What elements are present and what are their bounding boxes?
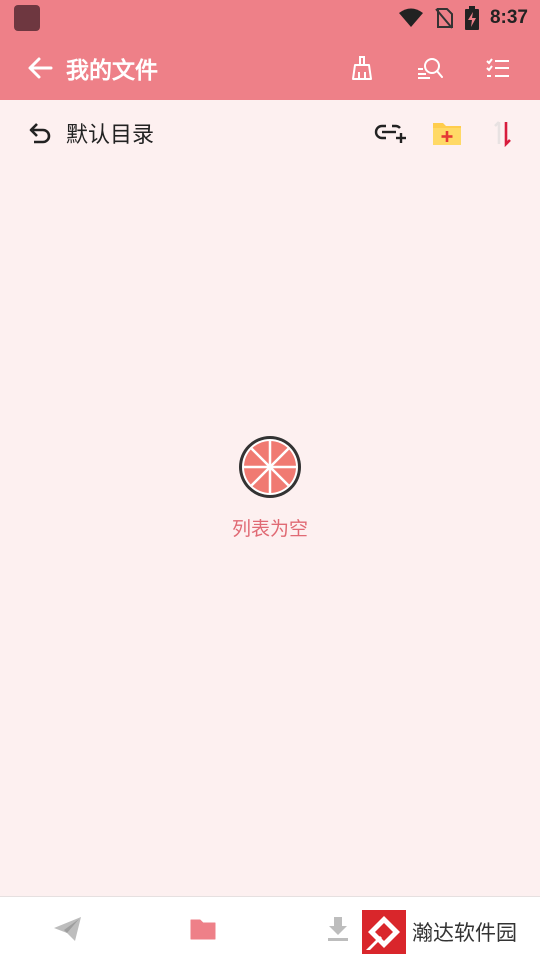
nav-send[interactable] xyxy=(0,897,135,960)
app-toolbar: 我的文件 xyxy=(0,36,540,100)
new-folder-icon xyxy=(433,123,461,145)
empty-state: 列表为空 xyxy=(0,434,540,541)
undo-icon xyxy=(29,123,51,144)
parent-dir-button[interactable] xyxy=(20,113,60,153)
watermark-logo xyxy=(362,910,406,954)
status-bar: 8:37 xyxy=(0,0,540,36)
path-bar: 默认目录 xyxy=(0,100,540,166)
watermark-text: 瀚达软件园 xyxy=(412,921,517,945)
clock: 8:37 xyxy=(489,7,528,28)
download-icon xyxy=(327,916,348,941)
no-sim-icon xyxy=(435,8,453,29)
arrow-left-icon xyxy=(28,57,53,79)
link-add-icon xyxy=(374,124,406,143)
sort-icon xyxy=(494,121,511,147)
battery-charging-icon xyxy=(464,6,479,30)
current-directory-label: 默认目录 xyxy=(66,123,155,148)
search-file-icon xyxy=(418,58,443,79)
clean-icon xyxy=(352,56,372,80)
wifi-icon xyxy=(398,8,423,27)
empty-message: 列表为空 xyxy=(231,518,308,540)
folder-icon xyxy=(190,919,215,939)
nav-folder[interactable] xyxy=(135,897,270,960)
watermark: 瀚达软件园 xyxy=(362,908,517,956)
new-folder-button[interactable] xyxy=(428,114,466,152)
status-icons: 8:37 xyxy=(398,6,528,30)
app-notification-icon xyxy=(14,5,40,31)
page-title: 我的文件 xyxy=(66,58,158,84)
checklist-icon xyxy=(486,58,509,77)
grapefruit-icon xyxy=(239,436,301,498)
back-button[interactable] xyxy=(20,48,60,88)
search-file-button[interactable] xyxy=(410,48,450,88)
add-link-button[interactable] xyxy=(372,114,410,152)
checklist-button[interactable] xyxy=(478,48,518,88)
sort-button[interactable] xyxy=(484,114,522,152)
send-icon xyxy=(53,916,81,941)
clean-button[interactable] xyxy=(342,48,382,88)
